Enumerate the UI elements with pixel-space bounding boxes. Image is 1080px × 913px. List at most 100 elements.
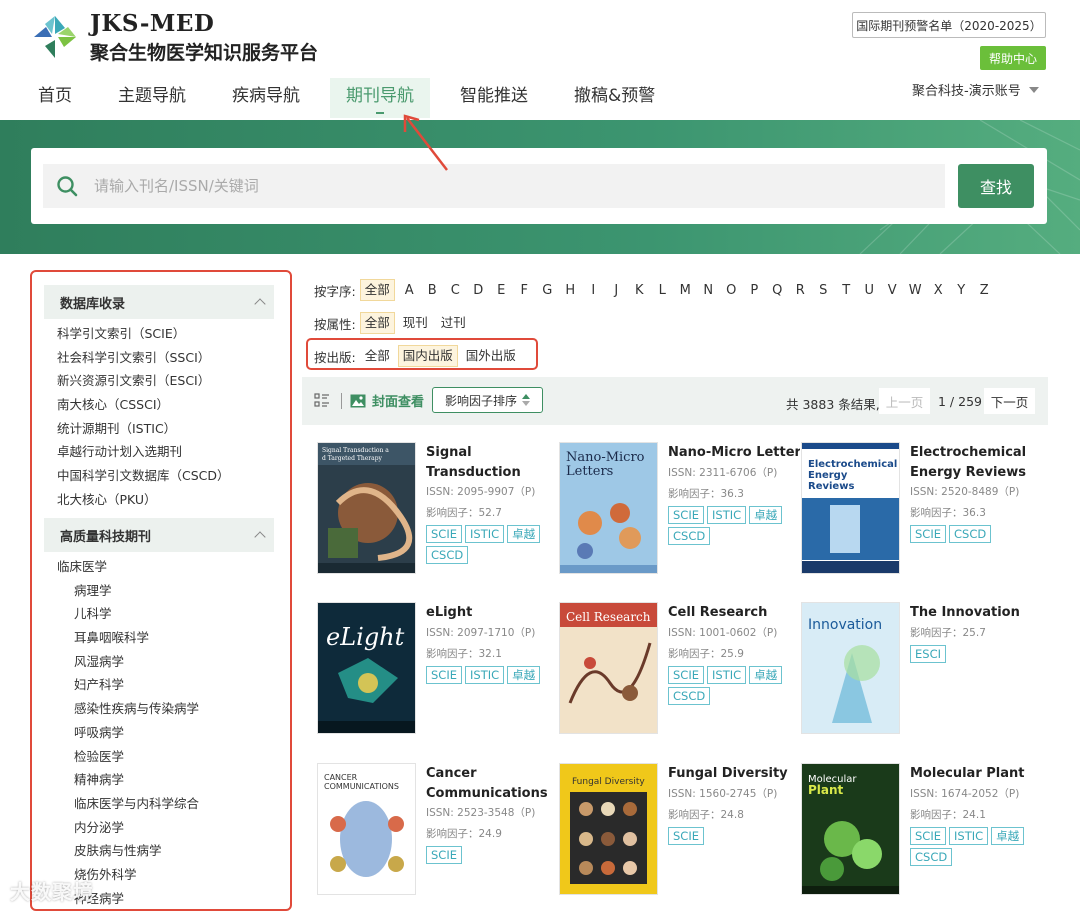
list-view-icon[interactable] xyxy=(314,392,330,408)
journal-cover-image[interactable]: Innovation xyxy=(802,603,899,733)
journal-card[interactable]: Cell Research Cell Research ISSN: 1001-06… xyxy=(560,603,800,743)
sidebar-item-pku[interactable]: 北大核心（PKU） xyxy=(57,488,230,512)
sidebar-subitem[interactable]: 精神病学 xyxy=(57,768,199,792)
letter-filter-z[interactable]: Z xyxy=(973,283,996,298)
alpha-all-chip[interactable]: 全部 xyxy=(359,279,395,301)
search-button[interactable]: 查找 xyxy=(958,164,1034,208)
nav-topic[interactable]: 主题导航 xyxy=(102,78,202,118)
journal-title[interactable]: Nano-Micro Letters xyxy=(668,443,800,463)
sidebar-item-clinical[interactable]: 临床医学 xyxy=(57,555,199,579)
letter-filter-h[interactable]: H xyxy=(559,283,582,298)
warning-list-button[interactable]: 国际期刊预警名单（2020-2025） xyxy=(852,12,1046,38)
prev-page-button[interactable]: 上一页 xyxy=(879,388,930,414)
index-tag: SCIE xyxy=(910,826,946,845)
sidebar-subitem[interactable]: 感染性疾病与传染病学 xyxy=(57,697,199,721)
journal-title[interactable]: Fungal Diversity xyxy=(668,764,800,784)
letter-filter-x[interactable]: X xyxy=(927,283,950,298)
letter-filter-r[interactable]: R xyxy=(789,283,812,298)
letter-filter-d[interactable]: D xyxy=(467,283,490,298)
logo-title: JKS-MED xyxy=(90,10,215,37)
letter-filter-u[interactable]: U xyxy=(858,283,881,298)
letter-filter-l[interactable]: L xyxy=(651,283,674,298)
logo-icon xyxy=(34,16,76,58)
sidebar-subitem[interactable]: 风湿病学 xyxy=(57,650,199,674)
sidebar-subitem[interactable]: 检验医学 xyxy=(57,745,199,769)
nav-retraction[interactable]: 撤稿&预警 xyxy=(558,78,671,118)
journal-card[interactable]: CANCER COMMUNICATIONS Cancer Communicati… xyxy=(318,764,558,904)
sidebar-subitem[interactable]: 儿科学 xyxy=(57,602,199,626)
sidebar-subitem[interactable]: 内分泌学 xyxy=(57,816,199,840)
letter-filter-m[interactable]: M xyxy=(674,283,697,298)
journal-cover-image[interactable]: Electrochemical Energy Reviews xyxy=(802,443,899,573)
sidebar-subitem[interactable]: 皮肤病与性病学 xyxy=(57,839,199,863)
sidebar-subitem[interactable]: 临床医学与内科学综合 xyxy=(57,792,199,816)
sidebar-item-ssci[interactable]: 社会科学引文索引（SSCI） xyxy=(57,346,230,370)
letter-filter-f[interactable]: F xyxy=(513,283,536,298)
sidebar-item-esci[interactable]: 新兴资源引文索引（ESCI） xyxy=(57,369,230,393)
sidebar-item-cscd[interactable]: 中国科学引文数据库（CSCD） xyxy=(57,464,230,488)
journal-title[interactable]: Signal Transduction an... xyxy=(426,443,558,482)
journal-cover-image[interactable]: Fungal Diversity xyxy=(560,764,657,894)
sidebar-group-database[interactable]: 数据库收录 xyxy=(44,285,274,319)
journal-card[interactable]: eLight eLight ISSN: 2097-1710（P) 影响因子：32.1… xyxy=(318,603,558,743)
journal-card[interactable]: Electrochemical Energy Reviews Electroch… xyxy=(802,443,1042,583)
sidebar-subitem[interactable]: 病理学 xyxy=(57,579,199,603)
attr-current-chip[interactable]: 现刊 xyxy=(398,312,433,334)
letter-filter-g[interactable]: G xyxy=(536,283,559,298)
account-menu[interactable]: 聚合科技-演示账号 xyxy=(912,80,1039,99)
search-input[interactable] xyxy=(94,177,914,195)
journal-card[interactable]: Nano-Micro Letters Nano-Micro Letters ISS… xyxy=(560,443,800,583)
sidebar-subitem[interactable]: 呼吸病学 xyxy=(57,721,199,745)
letter-filter-a[interactable]: A xyxy=(398,283,421,298)
cover-view-toggle[interactable]: 封面查看 xyxy=(350,391,424,410)
journal-cover-image[interactable]: CANCER COMMUNICATIONS xyxy=(318,764,415,894)
letter-filter-y[interactable]: Y xyxy=(950,283,973,298)
attr-past-chip[interactable]: 过刊 xyxy=(436,312,471,334)
svg-text:Energy: Energy xyxy=(808,470,848,481)
attr-all-chip[interactable]: 全部 xyxy=(359,312,395,334)
letter-filter-p[interactable]: P xyxy=(743,283,766,298)
letter-filter-t[interactable]: T xyxy=(835,283,858,298)
sidebar-item-scie[interactable]: 科学引文索引（SCIE） xyxy=(57,322,230,346)
sort-by-impact-button[interactable]: 影响因子排序 xyxy=(432,387,543,413)
letter-filter-b[interactable]: B xyxy=(421,283,444,298)
journal-card[interactable]: Molecular Plant Molecular Plant ISSN: 167… xyxy=(802,764,1042,904)
journal-title[interactable]: The Innovation xyxy=(910,603,1042,623)
sidebar-item-excellence[interactable]: 卓越行动计划入选期刊 xyxy=(57,440,230,464)
journal-title[interactable]: Cell Research xyxy=(668,603,800,623)
letter-filter-s[interactable]: S xyxy=(812,283,835,298)
journal-cover-image[interactable]: Signal Transduction a d Targeted Therapy xyxy=(318,443,415,573)
sidebar-item-istic[interactable]: 统计源期刊（ISTIC） xyxy=(57,417,230,441)
help-center-button[interactable]: 帮助中心 xyxy=(980,46,1046,70)
next-page-button[interactable]: 下一页 xyxy=(984,388,1035,414)
letter-filter-i[interactable]: I xyxy=(582,283,605,298)
journal-card[interactable]: Fungal Diversity Fungal Diversity ISSN: 1… xyxy=(560,764,800,904)
letter-filter-c[interactable]: C xyxy=(444,283,467,298)
journal-cover-image[interactable]: Nano-Micro Letters xyxy=(560,443,657,573)
sidebar-group-quality[interactable]: 高质量科技期刊 xyxy=(44,518,274,552)
sidebar-subitem[interactable]: 耳鼻咽喉科学 xyxy=(57,626,199,650)
nav-disease[interactable]: 疾病导航 xyxy=(216,78,316,118)
journal-title[interactable]: eLight xyxy=(426,603,558,623)
journal-title[interactable]: Molecular Plant xyxy=(910,764,1042,784)
letter-filter-q[interactable]: Q xyxy=(766,283,789,298)
sidebar-subitem[interactable]: 妇产科学 xyxy=(57,673,199,697)
letter-filter-j[interactable]: J xyxy=(605,283,628,298)
journal-cover-image[interactable]: Cell Research xyxy=(560,603,657,733)
letter-filter-w[interactable]: W xyxy=(904,283,927,298)
letter-filter-k[interactable]: K xyxy=(628,283,651,298)
nav-home[interactable]: 首页 xyxy=(22,78,88,118)
journal-cover-image[interactable]: Molecular Plant xyxy=(802,764,899,894)
letter-filter-n[interactable]: N xyxy=(697,283,720,298)
letter-filter-v[interactable]: V xyxy=(881,283,904,298)
letter-filter-e[interactable]: E xyxy=(490,283,513,298)
sidebar-item-cssci[interactable]: 南大核心（CSSCI） xyxy=(57,393,230,417)
journal-cover-image[interactable]: eLight xyxy=(318,603,415,733)
journal-title[interactable]: Cancer Communications xyxy=(426,764,558,803)
letter-filter-o[interactable]: O xyxy=(720,283,743,298)
journal-card[interactable]: Signal Transduction a d Targeted Therapy… xyxy=(318,443,558,583)
search-field[interactable] xyxy=(43,164,945,208)
nav-smart-push[interactable]: 智能推送 xyxy=(444,78,544,118)
journal-title[interactable]: Electrochemical Energy Reviews xyxy=(910,443,1042,482)
journal-card[interactable]: Innovation The Innovation 影响因子：25.7 ESCI xyxy=(802,603,1042,743)
